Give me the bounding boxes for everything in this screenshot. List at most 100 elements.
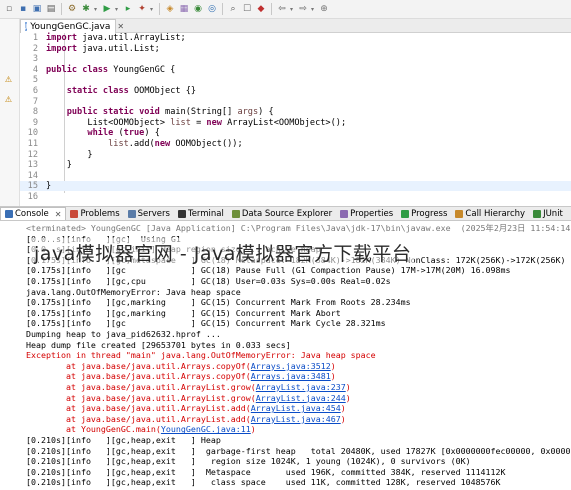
- view-tab-servers[interactable]: Servers: [124, 207, 174, 220]
- line-number: 7: [32, 96, 38, 107]
- view-tab-coverage[interactable]: Coverage: [567, 207, 571, 220]
- code-line[interactable]: 11 list.add(new OOMObject());: [20, 139, 571, 149]
- code-line[interactable]: 16: [20, 192, 571, 202]
- console-line: [0.210s][info ][gc,heap,exit ] class spa…: [26, 477, 501, 488]
- stack-frame-text: ): [345, 392, 351, 403]
- console-error-line: at YoungGenGC.main(YoungGenGC.java:11): [26, 424, 256, 434]
- view-tab-console[interactable]: Console ✕: [0, 207, 67, 220]
- save-all-icon[interactable]: ▣: [31, 3, 43, 15]
- source-link[interactable]: ArrayList.java:454: [251, 403, 341, 413]
- properties-icon: [340, 209, 349, 218]
- save-icon[interactable]: ▪: [17, 3, 29, 15]
- close-icon[interactable]: ✕: [117, 22, 124, 31]
- run-config-icon[interactable]: ▸: [122, 3, 134, 15]
- code-line[interactable]: 1 import java.util.ArrayList;: [20, 33, 571, 43]
- view-tab-label: JUnit: [543, 208, 563, 219]
- java-file-icon: J: [25, 22, 28, 31]
- search-icon[interactable]: ⌕: [227, 3, 239, 15]
- close-icon[interactable]: ✕: [55, 210, 62, 219]
- console-error-line: at java.base/java.util.ArrayList.add(Arr…: [26, 414, 346, 424]
- code-keyword: public class: [46, 64, 109, 75]
- code-keyword: import: [46, 33, 78, 43]
- new-java-project-icon[interactable]: ◈: [164, 3, 176, 15]
- view-tab-properties[interactable]: Properties: [336, 207, 397, 220]
- code-editor[interactable]: 1 import java.util.ArrayList; 2 import java…: [20, 33, 571, 206]
- stack-frame-text: ): [330, 360, 336, 371]
- code-text: .add(: [128, 139, 155, 149]
- code-line[interactable]: 7: [20, 97, 571, 107]
- code-line[interactable]: 3: [20, 54, 571, 64]
- dropdown-arrow-icon[interactable]: ▾: [311, 6, 316, 13]
- console-line: [0.210s][info ][gc,heap,exit ] Metaspace…: [26, 466, 506, 477]
- console-line: [0.210s][info ][gc,heap,exit ] garbage-f…: [26, 445, 571, 456]
- problems-icon: [70, 209, 79, 218]
- console-line: [0.175s][info ][gc,cpu ] GC(18) User=0.0…: [26, 276, 391, 286]
- view-tab-progress[interactable]: Progress: [397, 207, 451, 220]
- view-tab-junit[interactable]: JUnit: [529, 207, 567, 220]
- view-tab-data-source-explorer[interactable]: Data Source Explorer: [228, 207, 336, 220]
- view-tab-label: Properties: [350, 208, 394, 219]
- new-icon[interactable]: ▫: [3, 3, 15, 15]
- new-class-icon[interactable]: ◉: [192, 3, 204, 15]
- build-icon[interactable]: ⚙: [66, 3, 78, 15]
- code-text: }: [46, 181, 52, 192]
- code-text: (: [113, 128, 124, 139]
- source-link[interactable]: ArrayList.java:467: [251, 414, 341, 424]
- code-line[interactable]: 4 public class YoungGenGC {: [20, 65, 571, 75]
- code-variable: args: [237, 107, 259, 118]
- print-icon[interactable]: ▤: [45, 3, 57, 15]
- source-link[interactable]: Arrays.java:3512: [251, 361, 331, 371]
- stack-frame-text: ): [340, 403, 346, 414]
- source-link[interactable]: Arrays.java:3481: [251, 371, 331, 381]
- code-line[interactable]: 15}: [20, 181, 571, 192]
- dropdown-arrow-icon[interactable]: ▾: [290, 6, 295, 13]
- stack-frame-text: ): [340, 413, 346, 424]
- console-icon: [5, 210, 13, 218]
- forward-icon[interactable]: ⇨: [297, 3, 309, 15]
- code-text: YoungGenGC {: [108, 64, 176, 75]
- pin-icon[interactable]: ⊕: [318, 3, 330, 15]
- toolbar-separator: [222, 3, 223, 15]
- code-line[interactable]: 2 import java.util.List;: [20, 44, 571, 54]
- code-line[interactable]: 14: [20, 171, 571, 181]
- line-number: 13: [27, 160, 38, 171]
- annotation-icon[interactable]: ◆: [255, 3, 267, 15]
- code-text: }: [46, 160, 72, 171]
- warning-marker-icon[interactable]: ⚠: [3, 95, 14, 104]
- dropdown-arrow-icon[interactable]: ▾: [115, 6, 120, 13]
- debug-icon[interactable]: ✱: [80, 3, 92, 15]
- console-line: java.lang.OutOfMemoryError: Java heap sp…: [26, 286, 241, 297]
- code-line[interactable]: 8 public static void main(String[] args)…: [20, 107, 571, 117]
- code-line[interactable]: 5: [20, 75, 571, 85]
- source-link[interactable]: YoungGenGC.java:11: [161, 424, 251, 434]
- console-line: [0.175s][info ][gc ] GC(15) Concurrent M…: [26, 318, 386, 329]
- console-line: Dumping heap to java_pid62632.hprof ...: [26, 329, 221, 339]
- view-tab-problems[interactable]: Problems: [66, 207, 123, 220]
- external-tools-icon[interactable]: ✦: [136, 3, 148, 15]
- view-tab-terminal[interactable]: Terminal: [174, 207, 228, 220]
- open-type-icon[interactable]: ◎: [206, 3, 218, 15]
- code-variable: list: [170, 117, 191, 128]
- source-link[interactable]: ArrayList.java:237: [256, 382, 346, 392]
- code-line[interactable]: 13 }: [20, 160, 571, 170]
- view-tab-label: Console: [15, 209, 49, 219]
- code-line[interactable]: 10 while (true) {: [20, 128, 571, 138]
- dropdown-arrow-icon[interactable]: ▾: [94, 6, 99, 13]
- code-line[interactable]: 12 }: [20, 150, 571, 160]
- warning-marker-icon[interactable]: ⚠: [3, 75, 14, 84]
- console-line: [0.210s][info ][gc,heap,exit ] Heap: [26, 435, 221, 445]
- view-tab-call-hierarchy[interactable]: Call Hierarchy: [451, 207, 529, 220]
- junit-icon: [533, 209, 542, 218]
- code-line[interactable]: 6 static class OOMObject {}: [20, 86, 571, 96]
- line-number: 5: [32, 75, 38, 86]
- new-package-icon[interactable]: ▦: [178, 3, 190, 15]
- dropdown-arrow-icon[interactable]: ▾: [150, 6, 155, 13]
- editor-tab-younggengc[interactable]: J YoungGenGC.java ✕: [20, 19, 124, 33]
- source-link[interactable]: ArrayList.java:244: [256, 393, 346, 403]
- code-line[interactable]: 9 List<OOMObject> list = new ArrayList<O…: [20, 118, 571, 128]
- run-icon[interactable]: ▶: [101, 3, 113, 15]
- task-icon[interactable]: ☐: [241, 3, 253, 15]
- back-icon[interactable]: ⇦: [276, 3, 288, 15]
